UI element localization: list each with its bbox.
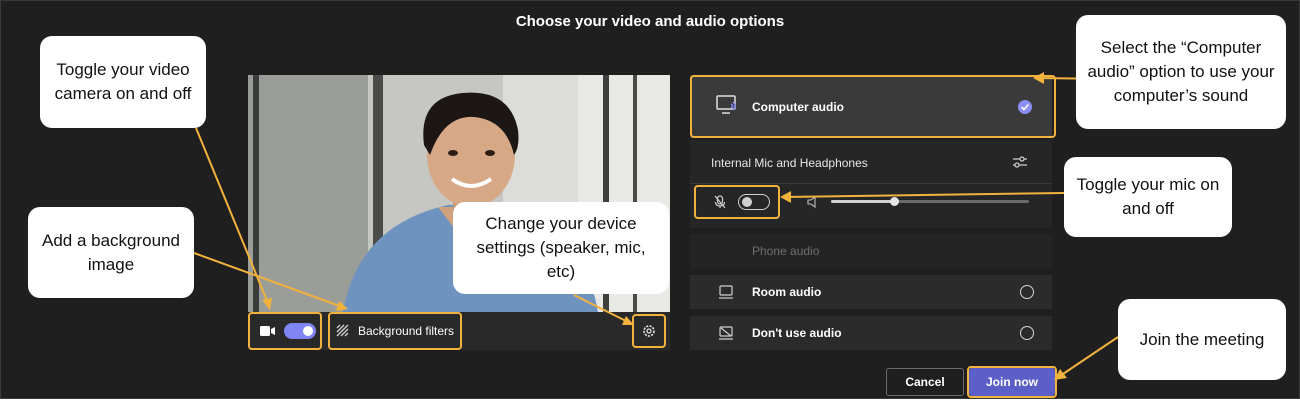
mic-control-highlight bbox=[694, 185, 780, 219]
no-audio-label: Don't use audio bbox=[752, 326, 842, 340]
no-audio-radio[interactable] bbox=[1020, 326, 1034, 340]
callout-mic: Toggle your mic on and off bbox=[1064, 157, 1232, 237]
background-filters-highlight bbox=[328, 312, 462, 350]
device-settings-highlight bbox=[632, 314, 666, 348]
computer-audio-highlight bbox=[690, 75, 1056, 138]
sliders-icon[interactable] bbox=[1012, 155, 1028, 172]
no-audio-icon bbox=[718, 326, 734, 343]
camera-control-highlight bbox=[248, 312, 322, 350]
panel-divider bbox=[690, 183, 1052, 184]
callout-computer-audio: Select the “Computer audio” option to us… bbox=[1076, 15, 1286, 129]
room-audio-label: Room audio bbox=[752, 285, 822, 299]
volume-slider-fill bbox=[831, 200, 895, 203]
callout-background: Add a background image bbox=[28, 207, 194, 298]
phone-audio-option[interactable]: Phone audio bbox=[690, 234, 1052, 268]
cancel-button[interactable]: Cancel bbox=[886, 368, 964, 396]
join-now-highlight bbox=[967, 366, 1057, 398]
room-audio-icon bbox=[718, 285, 734, 302]
room-audio-radio[interactable] bbox=[1020, 285, 1034, 299]
callout-settings: Change your device settings (speaker, mi… bbox=[453, 202, 669, 294]
speaker-icon bbox=[806, 195, 820, 214]
callout-join: Join the meeting bbox=[1118, 299, 1286, 380]
no-audio-option[interactable]: Don't use audio bbox=[690, 316, 1052, 350]
callout-camera: Toggle your video camera on and off bbox=[40, 36, 206, 128]
device-name[interactable]: Internal Mic and Headphones bbox=[711, 156, 868, 170]
volume-slider[interactable] bbox=[831, 197, 1029, 206]
phone-audio-label: Phone audio bbox=[752, 244, 820, 258]
room-audio-option[interactable]: Room audio bbox=[690, 275, 1052, 309]
